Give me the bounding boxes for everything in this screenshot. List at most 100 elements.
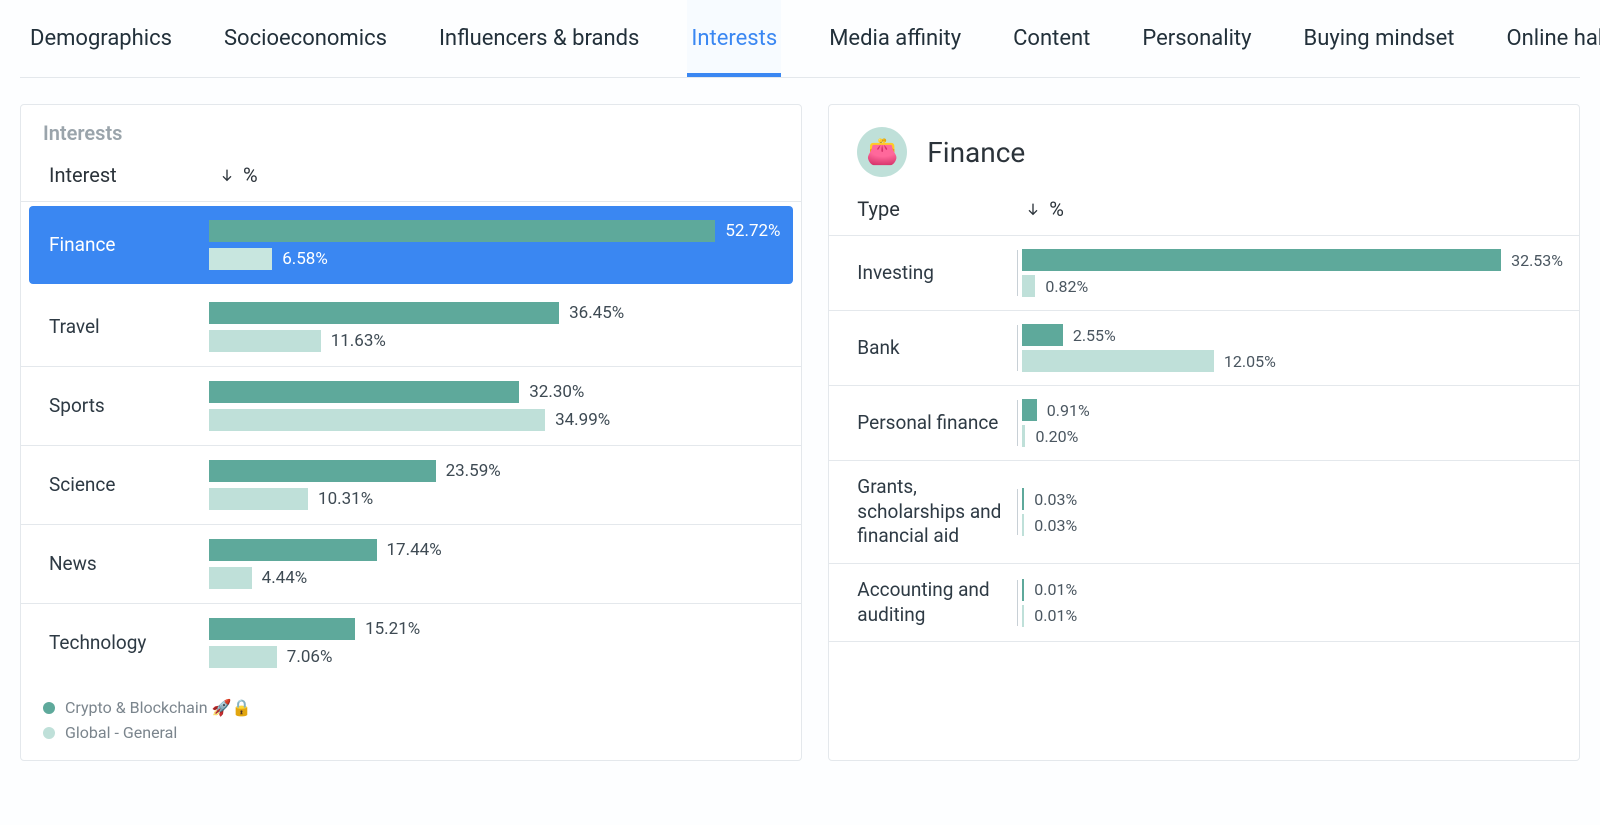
table-row[interactable]: Bank 2.55% 12.05% <box>829 311 1579 386</box>
bar-a <box>1022 249 1501 271</box>
table-row[interactable]: Travel 36.45% 11.63% <box>21 288 801 367</box>
tab-buying-mindset[interactable]: Buying mindset <box>1300 0 1459 77</box>
tab-content[interactable]: Content <box>1009 0 1094 77</box>
table-row[interactable]: News17.44%4.44% <box>21 525 801 604</box>
tab-personality[interactable]: Personality <box>1138 0 1255 77</box>
detail-header: 👛 Finance <box>829 105 1579 187</box>
row-bars: 32.30% 34.99% <box>209 381 785 431</box>
table-row[interactable]: Accounting and auditing 0.01% 0.01% <box>829 564 1579 642</box>
bar-b <box>209 409 545 431</box>
arrow-down-icon <box>219 167 235 183</box>
row-bars: 23.59% 10.31% <box>209 460 785 510</box>
detail-sort-percent[interactable]: % <box>1025 197 1064 221</box>
interests-sort-label: % <box>243 163 258 187</box>
row-bars: 15.21% 7.06% <box>209 618 785 668</box>
row-label: Travel <box>49 315 209 340</box>
tab-influencers-brands[interactable]: Influencers & brands <box>435 0 643 77</box>
row-label: Science <box>49 473 209 498</box>
bar-value: 52.72% <box>725 221 780 241</box>
bar-b <box>209 488 308 510</box>
row-label: Investing <box>857 261 1017 286</box>
tabs-bar: Demographics Socioeconomics Influencers & … <box>20 0 1580 78</box>
row-bars: 0.03% 0.03% <box>1017 489 1563 535</box>
row-bars: 32.53% 0.82% <box>1017 250 1563 296</box>
bar-value: 12.05% <box>1224 352 1276 371</box>
bar-b <box>209 330 321 352</box>
table-row[interactable]: Finance52.72%6.58% <box>29 206 793 284</box>
row-bars: 0.91% 0.20% <box>1017 400 1563 446</box>
legend-dot-light-icon <box>43 727 55 739</box>
row-bars: 2.55% 12.05% <box>1017 325 1563 371</box>
tab-media-affinity[interactable]: Media affinity <box>825 0 965 77</box>
bar-b <box>1022 350 1214 372</box>
bar-b <box>1022 605 1024 627</box>
legend: Crypto & Blockchain 🚀🔒 Global - General <box>21 682 801 760</box>
interests-table-header: Interest % <box>21 153 801 202</box>
detail-rows: Investing 32.53% 0.82% Bank 2.55% 12.05% Perso… <box>829 236 1579 760</box>
bar-value: 34.99% <box>555 410 610 430</box>
bar-value: 11.63% <box>331 331 386 351</box>
bar-value: 0.03% <box>1034 490 1077 509</box>
arrow-down-icon <box>1025 201 1041 217</box>
bar-value: 0.91% <box>1047 401 1090 420</box>
bar-value: 0.03% <box>1034 516 1077 535</box>
bar-a <box>209 539 377 561</box>
bar-value: 2.55% <box>1073 326 1116 345</box>
bar-value: 10.31% <box>318 489 373 509</box>
bar-a <box>209 220 715 242</box>
bar-value: 15.21% <box>365 619 420 639</box>
row-bars: 0.01% 0.01% <box>1017 580 1563 626</box>
bar-a <box>209 381 519 403</box>
legend-item-b: Global - General <box>43 723 779 742</box>
interests-panel-title: Interests <box>21 105 801 153</box>
detail-sort-label: % <box>1049 197 1064 221</box>
row-bars: 17.44%4.44% <box>209 539 785 589</box>
bar-value: 32.53% <box>1511 251 1563 270</box>
interests-rows: Finance52.72%6.58%Travel36.45%11.63%Spor… <box>21 202 801 682</box>
detail-panel: 👛 Finance Type % Investing 32.53% 0.82% Ban… <box>828 104 1580 761</box>
interests-col-label[interactable]: Interest <box>49 163 219 187</box>
detail-table-header: Type % <box>829 187 1579 236</box>
tab-interests[interactable]: Interests <box>687 0 781 77</box>
bar-b <box>209 248 272 270</box>
interests-sort-percent[interactable]: % <box>219 163 258 187</box>
table-row[interactable]: Investing 32.53% 0.82% <box>829 236 1579 311</box>
row-label: News <box>49 552 209 577</box>
bar-b <box>209 567 252 589</box>
row-bars: 52.72% 6.58% <box>209 220 785 270</box>
table-row[interactable]: Sports 32.30% 34.99% <box>21 367 801 446</box>
bar-value: 7.06% <box>287 647 333 667</box>
legend-item-a: Crypto & Blockchain 🚀🔒 <box>43 698 779 717</box>
bar-a <box>209 618 355 640</box>
row-label: Accounting and auditing <box>857 578 1017 627</box>
bar-b <box>1022 514 1024 536</box>
bar-a <box>1022 399 1036 421</box>
tab-demographics[interactable]: Demographics <box>26 0 176 77</box>
bar-b <box>1022 425 1025 447</box>
bar-value: 36.45% <box>569 303 624 323</box>
bar-a <box>209 302 559 324</box>
row-bars: 36.45% 11.63% <box>209 302 785 352</box>
bar-value: 6.58% <box>282 249 328 269</box>
row-label: Bank <box>857 336 1017 361</box>
legend-dot-teal-icon <box>43 702 55 714</box>
bar-value: 0.01% <box>1034 606 1077 625</box>
bar-value: 0.01% <box>1034 580 1077 599</box>
interests-panel: Interests Interest % Finance52.72%6.58%T… <box>20 104 802 761</box>
table-row[interactable]: Technology15.21%7.06% <box>21 604 801 682</box>
tab-socioeconomics[interactable]: Socioeconomics <box>220 0 391 77</box>
row-label: Personal finance <box>857 411 1017 436</box>
table-row[interactable]: Science 23.59% 10.31% <box>21 446 801 525</box>
tab-online-habits[interactable]: Online habits <box>1503 0 1600 77</box>
table-row[interactable]: Personal finance 0.91% 0.20% <box>829 386 1579 461</box>
wallet-icon: 👛 <box>857 127 907 177</box>
bar-value: 0.20% <box>1035 427 1078 446</box>
table-row[interactable]: Grants, scholarships and financial aid0.… <box>829 461 1579 564</box>
bar-value: 32.30% <box>529 382 584 402</box>
bar-value: 23.59% <box>446 461 501 481</box>
legend-label-a: Crypto & Blockchain 🚀🔒 <box>65 698 251 717</box>
detail-col-label[interactable]: Type <box>857 197 1025 221</box>
row-label: Sports <box>49 394 209 419</box>
bar-a <box>1022 488 1024 510</box>
bar-value: 0.82% <box>1045 277 1088 296</box>
